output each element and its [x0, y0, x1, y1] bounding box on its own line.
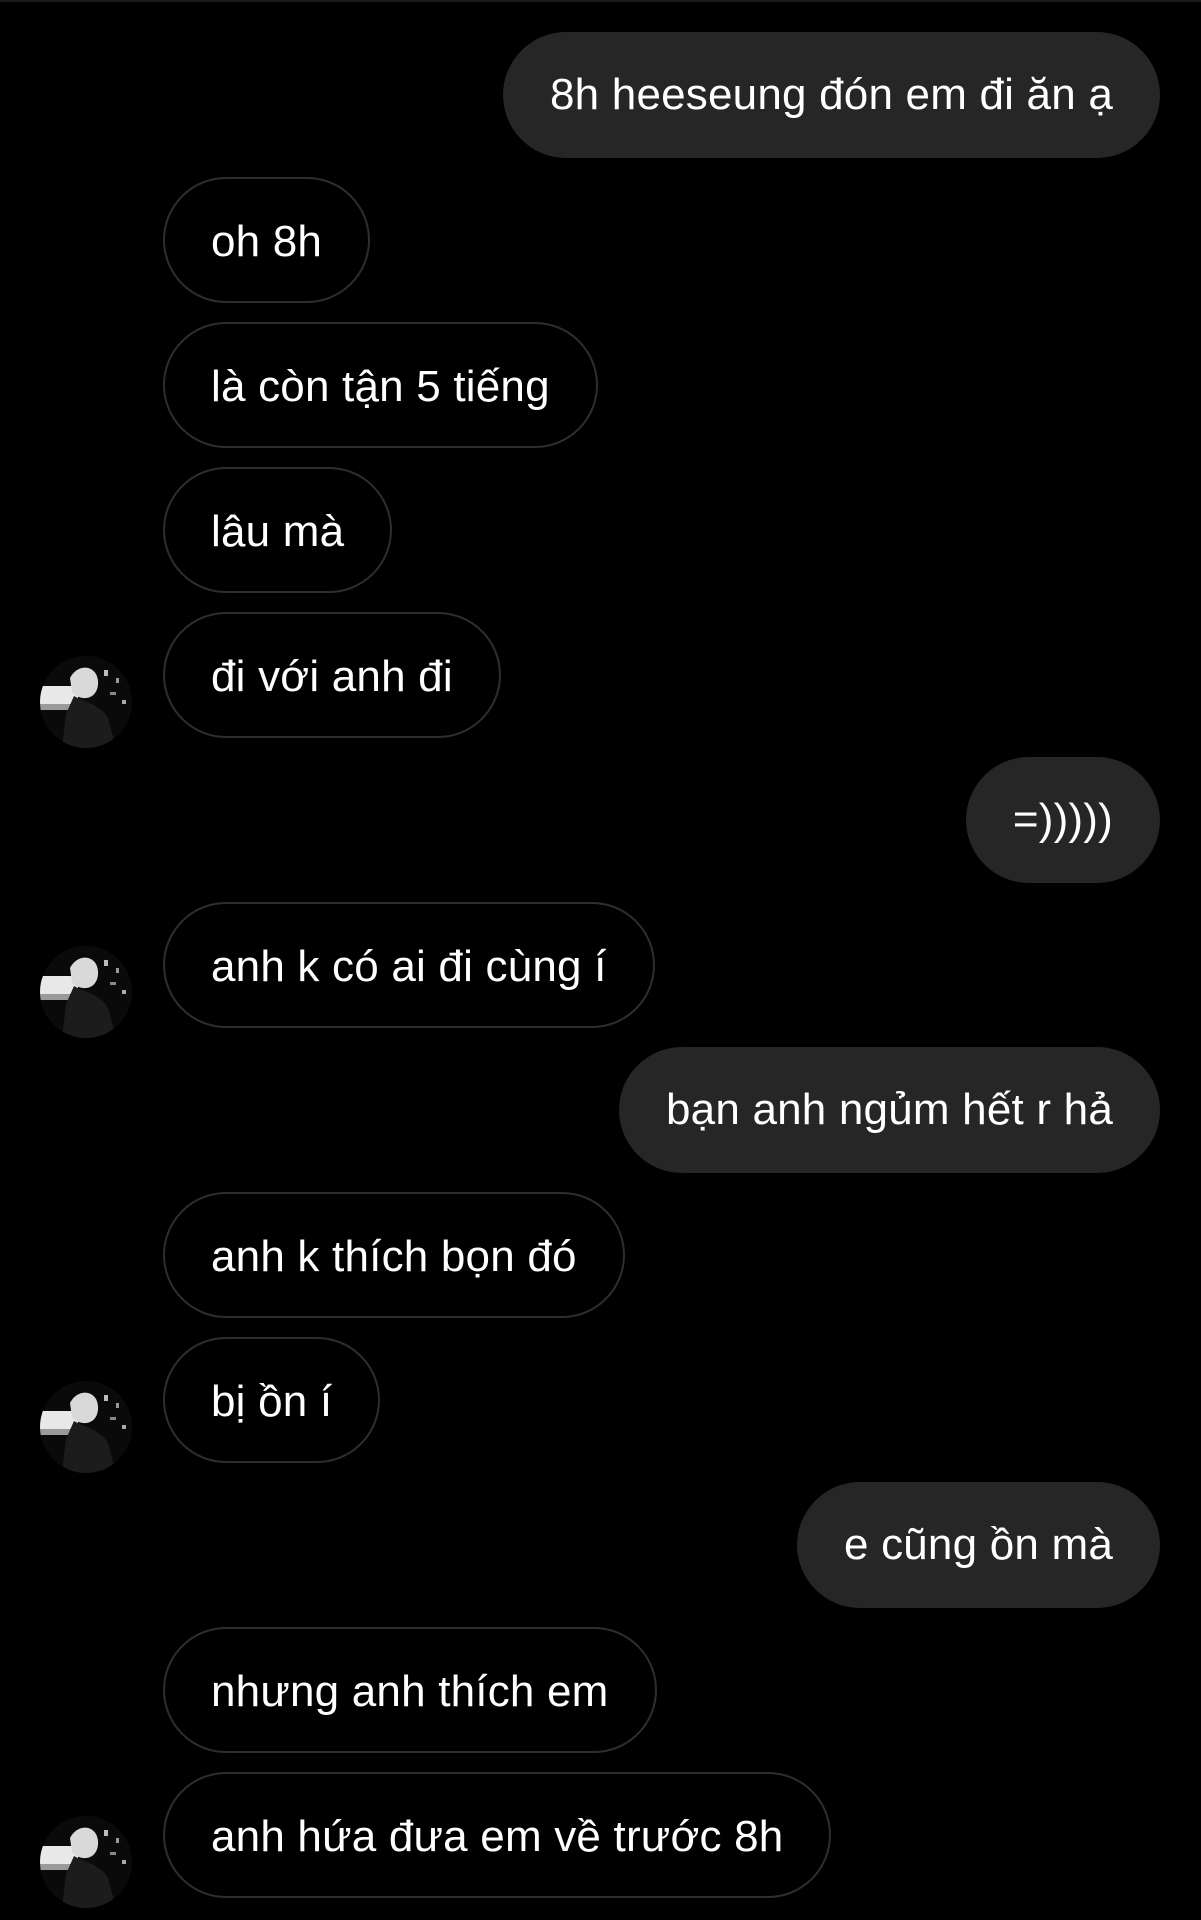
message-bubble-sent[interactable]: =))))): [965, 757, 1160, 883]
message-text: đi với anh đi: [211, 652, 453, 701]
message-bubble-received[interactable]: đi với anh đi: [163, 612, 501, 738]
message-bubble-received[interactable]: lâu mà: [163, 467, 393, 593]
message-bubble-received[interactable]: nhưng anh thích em: [163, 1627, 657, 1753]
message-text: oh 8h: [211, 217, 323, 266]
message-bubble-received[interactable]: anh k thích bọn đó: [163, 1192, 625, 1318]
top-divider: [0, 0, 1201, 2]
message-bubble-received[interactable]: anh k có ai đi cùng í: [163, 902, 655, 1028]
message-text: bị ồn í: [211, 1377, 333, 1426]
message-bubble-received[interactable]: anh hứa đưa em về trước 8h: [163, 1772, 832, 1898]
message-text: anh k thích bọn đó: [211, 1232, 577, 1281]
contact-avatar-icon[interactable]: [40, 1816, 132, 1908]
message-text: nhưng anh thích em: [211, 1667, 609, 1716]
message-bubble-received[interactable]: là còn tận 5 tiếng: [163, 322, 598, 448]
message-bubble-received[interactable]: oh 8h: [163, 177, 371, 303]
message-text: anh hứa đưa em về trước 8h: [211, 1812, 784, 1861]
message-text: anh k có ai đi cùng í: [211, 942, 607, 991]
message-text: là còn tận 5 tiếng: [211, 362, 550, 411]
message-text: bạn anh ngủm hết r hả: [666, 1085, 1113, 1134]
message-text: lâu mà: [211, 507, 345, 556]
message-bubble-sent[interactable]: bạn anh ngủm hết r hả: [619, 1047, 1160, 1173]
contact-avatar-icon[interactable]: [40, 656, 132, 748]
message-bubble-sent[interactable]: 8h heeseung đón em đi ăn ạ: [503, 32, 1160, 158]
contact-avatar-icon[interactable]: [40, 946, 132, 1038]
message-bubble-received[interactable]: bị ồn í: [163, 1337, 381, 1463]
message-thread: 8h heeseung đón em đi ăn ạ oh 8h là còn …: [0, 0, 1201, 1920]
contact-avatar-icon[interactable]: [40, 1381, 132, 1473]
message-text: e cũng ồn mà: [843, 1520, 1113, 1569]
message-text: 8h heeseung đón em đi ăn ạ: [550, 70, 1113, 119]
message-text: =))))): [1012, 795, 1113, 844]
message-bubble-sent[interactable]: e cũng ồn mà: [796, 1482, 1160, 1608]
